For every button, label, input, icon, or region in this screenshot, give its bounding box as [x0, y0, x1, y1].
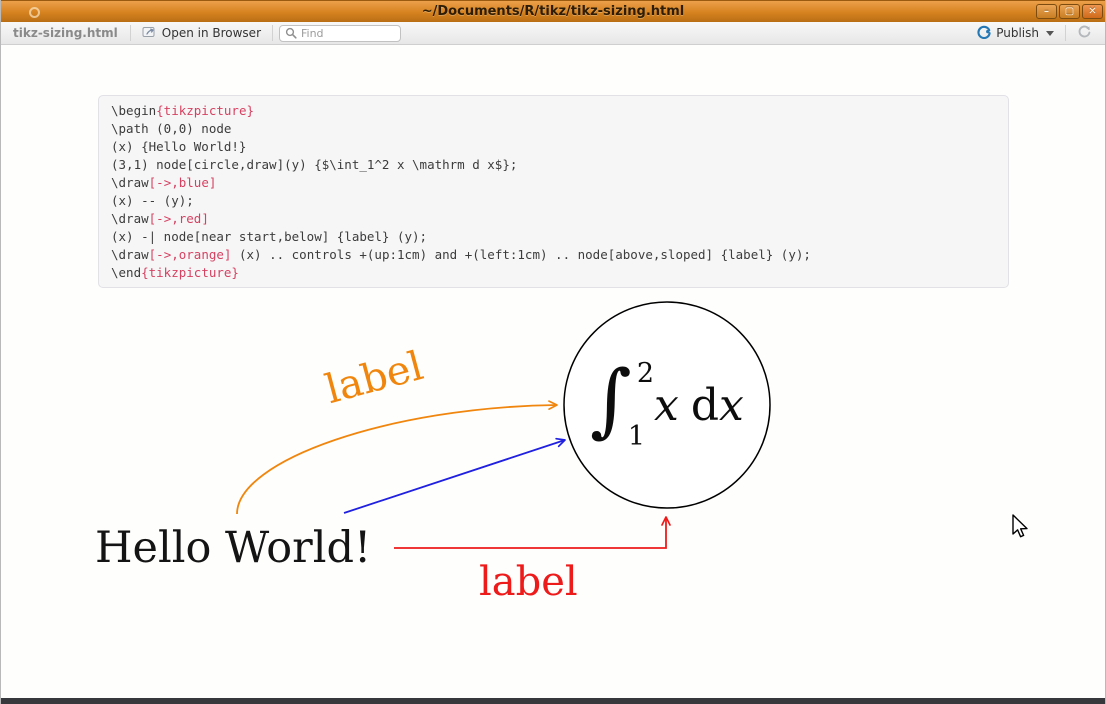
integral-limits: 2 1 [628, 360, 654, 450]
code-line: \begin{tikzpicture} [111, 103, 254, 118]
refresh-icon [1077, 24, 1092, 42]
differential-d: d [690, 379, 720, 431]
red-elbow-arrow [394, 516, 671, 549]
toolbar: tikz-sizing.html Open in Browser Find Pu… [1, 22, 1105, 45]
code-block: \begin{tikzpicture} \path (0,0) node (x) {… [98, 95, 1009, 288]
code-line: \path (0,0) node [111, 121, 232, 136]
publish-icon [977, 25, 991, 42]
mouse-cursor [1011, 514, 1031, 544]
code-line: (3,1) node[circle,draw](y) {$\int_1^2 x … [111, 157, 518, 172]
code-line: (x) -| node[near start,below] {label} (y… [111, 229, 428, 244]
code-line: \draw[->,orange] (x) .. controls +(up:1c… [111, 247, 811, 262]
code-line: \end{tikzpicture} [111, 265, 239, 280]
find-input[interactable] [301, 26, 389, 40]
refresh-button[interactable] [1072, 22, 1097, 44]
integral-upper-limit: 2 [636, 358, 655, 389]
blue-arrow [343, 437, 566, 514]
window-bottom-edge [1, 698, 1105, 704]
red-edge-label: label [479, 559, 578, 605]
minimize-button[interactable]: – [1036, 4, 1057, 19]
orange-edge-label: label [320, 343, 428, 413]
integral-sign: ∫ [590, 353, 632, 446]
titlebar: ~/Documents/R/tikz/tikz-sizing.html – ▢ … [1, 0, 1105, 22]
close-button[interactable]: ✕ [1082, 4, 1103, 19]
open-in-browser-button[interactable]: Open in Browser [137, 23, 266, 44]
preview-pane: \begin{tikzpicture} \path (0,0) node (x) {… [1, 45, 1105, 698]
viewer-window: ~/Documents/R/tikz/tikz-sizing.html – ▢ … [0, 0, 1106, 704]
publish-label: Publish [996, 26, 1039, 40]
code-line: (x) -- (y); [111, 193, 194, 208]
integral-lower-limit: 1 [627, 421, 646, 452]
publish-dropdown-caret[interactable] [1046, 30, 1054, 36]
toolbar-separator [129, 25, 131, 41]
open-in-browser-label: Open in Browser [161, 26, 261, 40]
differential-x: x [719, 379, 744, 431]
code-line: \draw[->,red] [111, 211, 209, 226]
tikz-source-code: \begin{tikzpicture} \path (0,0) node (x) {… [111, 102, 996, 282]
find-box[interactable] [279, 24, 401, 43]
hello-world-node: Hello World! [95, 523, 372, 573]
orange-curved-arrow [236, 400, 558, 515]
maximize-button[interactable]: ▢ [1059, 4, 1080, 19]
search-icon [285, 24, 297, 43]
window-controls: – ▢ ✕ [1036, 4, 1103, 19]
integrand-x: x [654, 379, 679, 431]
tab-file-name: tikz-sizing.html [13, 26, 118, 40]
publish-button[interactable]: Publish [972, 23, 1059, 44]
code-line: (x) {Hello World!} [111, 139, 247, 154]
integral-node: ∫ 2 1 x d x [564, 302, 770, 508]
toolbar-separator [1065, 25, 1066, 41]
code-line: \draw[->,blue] [111, 175, 217, 190]
toolbar-separator [272, 25, 273, 41]
open-in-browser-icon [142, 25, 157, 42]
window-title: ~/Documents/R/tikz/tikz-sizing.html [421, 4, 685, 19]
